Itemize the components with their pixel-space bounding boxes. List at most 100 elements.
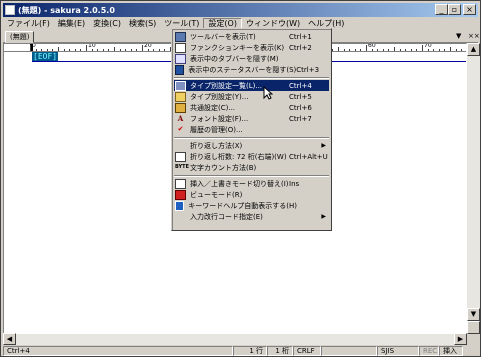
- app-icon[interactable]: [5, 5, 15, 15]
- ruler-label: 10: [88, 43, 96, 49]
- ruler-tick: [343, 49, 345, 51]
- font-icon: A: [177, 113, 184, 123]
- ruler-tick: [74, 49, 76, 51]
- ruler-tick: [371, 49, 373, 51]
- status-line: 1 行: [233, 346, 267, 356]
- ruler-tick: [332, 49, 334, 51]
- mouse-cursor-icon: [263, 86, 273, 100]
- ruler-tick: [35, 49, 37, 51]
- ruler-tick: [114, 47, 115, 51]
- ruler-tick: [422, 45, 423, 51]
- menu-item-wrap-width[interactable]: 折り返し桁数: 72 桁(右端)(W) Ctrl+Alt+U: [174, 151, 329, 162]
- scroll-down-icon[interactable]: ▼: [467, 308, 480, 321]
- split-box[interactable]: [467, 321, 480, 334]
- scroll-up-icon[interactable]: ▲: [467, 43, 480, 56]
- status-column: 1 桁: [267, 346, 293, 356]
- ruler-tick: [158, 49, 160, 51]
- blank-icon: [175, 141, 186, 151]
- ruler-tick: [455, 49, 457, 51]
- menu-item-keyword-help[interactable]: キーワードヘルプ自動表示する(H): [174, 200, 329, 211]
- status-eol[interactable]: CRLF: [293, 346, 321, 356]
- ruler-tick: [338, 47, 339, 51]
- menu-separator: [174, 77, 329, 79]
- restore-button[interactable]: ▫: [448, 4, 461, 15]
- ruler-tick: [142, 45, 143, 51]
- byte-icon: BYTE: [175, 163, 189, 170]
- ruler-tick: [30, 45, 31, 51]
- ruler-tick: [388, 49, 390, 51]
- tabbar-icon: [175, 53, 186, 64]
- ruler-tick: [41, 49, 43, 51]
- ruler-tick: [130, 49, 132, 51]
- scroll-right-icon[interactable]: ▶: [454, 333, 467, 345]
- ruler-label: 0: [32, 43, 36, 49]
- ruler-tick: [58, 47, 59, 51]
- ruler-tick: [108, 49, 110, 51]
- close-button[interactable]: ×: [463, 4, 476, 15]
- menu-item-funckey[interactable]: ファンクションキーを表示(K) Ctrl+2: [174, 42, 329, 53]
- scroll-left-icon[interactable]: ◀: [3, 333, 16, 345]
- ruler-tick: [360, 49, 362, 51]
- insert-icon: [175, 178, 186, 189]
- menu-item-toolbar[interactable]: ツールバーを表示(T) Ctrl+1: [174, 31, 329, 42]
- menu-item-tabbar[interactable]: 表示中のタブバーを隠す(M): [174, 53, 329, 64]
- ruler-tick: [63, 49, 65, 51]
- line-number-gutter: [4, 52, 30, 333]
- menu-item-eol-code[interactable]: 入力改行コード指定(E) ▶: [174, 211, 329, 222]
- menu-separator: [174, 137, 329, 139]
- menu-item-type-list[interactable]: タイプ別設定一覧(L)... Ctrl+4: [174, 80, 329, 91]
- blank-icon: [175, 212, 186, 222]
- ruler-tick: [86, 45, 87, 51]
- menu-edit[interactable]: 編集(E): [54, 18, 89, 30]
- eof-marker: [EOF]: [32, 52, 59, 61]
- ruler-label: 60: [368, 43, 376, 49]
- ruler-tick: [410, 49, 412, 51]
- ruler-tick: [349, 49, 351, 51]
- ruler-tick: [164, 49, 166, 51]
- common-settings-icon: [175, 102, 186, 113]
- menu-item-statusbar[interactable]: 表示中のステータスバーを隠す(S) Ctrl+3: [174, 64, 329, 75]
- status-mode[interactable]: 挿入: [439, 346, 463, 356]
- tab-list-icon[interactable]: ▼: [456, 32, 461, 40]
- menu-file[interactable]: ファイル(F): [3, 18, 54, 30]
- ruler-tick: [405, 49, 407, 51]
- menu-item-type-settings[interactable]: タイプ別設定(Y)... Ctrl+5: [174, 91, 329, 102]
- wrap-icon: [175, 151, 186, 162]
- submenu-arrow-icon: ▶: [321, 213, 326, 220]
- ruler-tick: [377, 49, 379, 51]
- menu-convert[interactable]: 変換(C): [89, 18, 125, 30]
- ruler-tick: [399, 49, 401, 51]
- toolbar-icon: [175, 31, 186, 42]
- funckey-icon: [175, 42, 186, 53]
- ruler-tick: [52, 49, 54, 51]
- menu-separator: [174, 175, 329, 177]
- ruler-tick: [450, 47, 451, 51]
- menu-item-wrap-method[interactable]: 折り返し方法(X) ▶: [174, 140, 329, 151]
- title-bar[interactable]: (無題) - sakura 2.0.5.0 _ ▫ ×: [3, 3, 478, 17]
- menu-item-char-count[interactable]: BYTE 文字カウント方法(B): [174, 162, 329, 173]
- menu-item-common-settings[interactable]: 共通設定(C)... Ctrl+6: [174, 102, 329, 113]
- ruler-tick: [444, 49, 446, 51]
- ruler-tick: [119, 49, 121, 51]
- menu-item-view-mode[interactable]: ビューモード(R): [174, 189, 329, 200]
- horizontal-scrollbar[interactable]: ◀ ▶: [3, 333, 467, 345]
- ruler-tick: [147, 49, 149, 51]
- type-list-icon: [175, 80, 186, 91]
- vertical-scrollbar[interactable]: ▲ ▼: [467, 43, 480, 334]
- status-encoding[interactable]: SJIS: [377, 346, 419, 356]
- menu-item-history[interactable]: ✔ 履歴の管理(O)...: [174, 124, 329, 135]
- ruler-tick: [46, 49, 48, 51]
- tab-close-icon[interactable]: ××: [468, 32, 480, 40]
- keyword-help-icon: [175, 200, 185, 211]
- menu-search[interactable]: 検索(S): [125, 18, 160, 30]
- minimize-button[interactable]: _: [435, 4, 448, 15]
- ruler-label: 70: [424, 43, 432, 49]
- ruler-tick: [438, 49, 440, 51]
- menu-item-insert-mode[interactable]: 挿入／上書きモード切り替え(I) Ins: [174, 178, 329, 189]
- ruler-tick: [136, 49, 138, 51]
- status-bar: Ctrl+4 1 行 1 桁 CRLF SJIS REC 挿入: [3, 346, 478, 357]
- menu-item-font[interactable]: A フォント設定(F)... Ctrl+7: [174, 113, 329, 124]
- tab-untitled[interactable]: (無題): [5, 31, 35, 43]
- window-title: (無題) - sakura 2.0.5.0: [18, 5, 115, 15]
- type-settings-icon: [175, 91, 186, 102]
